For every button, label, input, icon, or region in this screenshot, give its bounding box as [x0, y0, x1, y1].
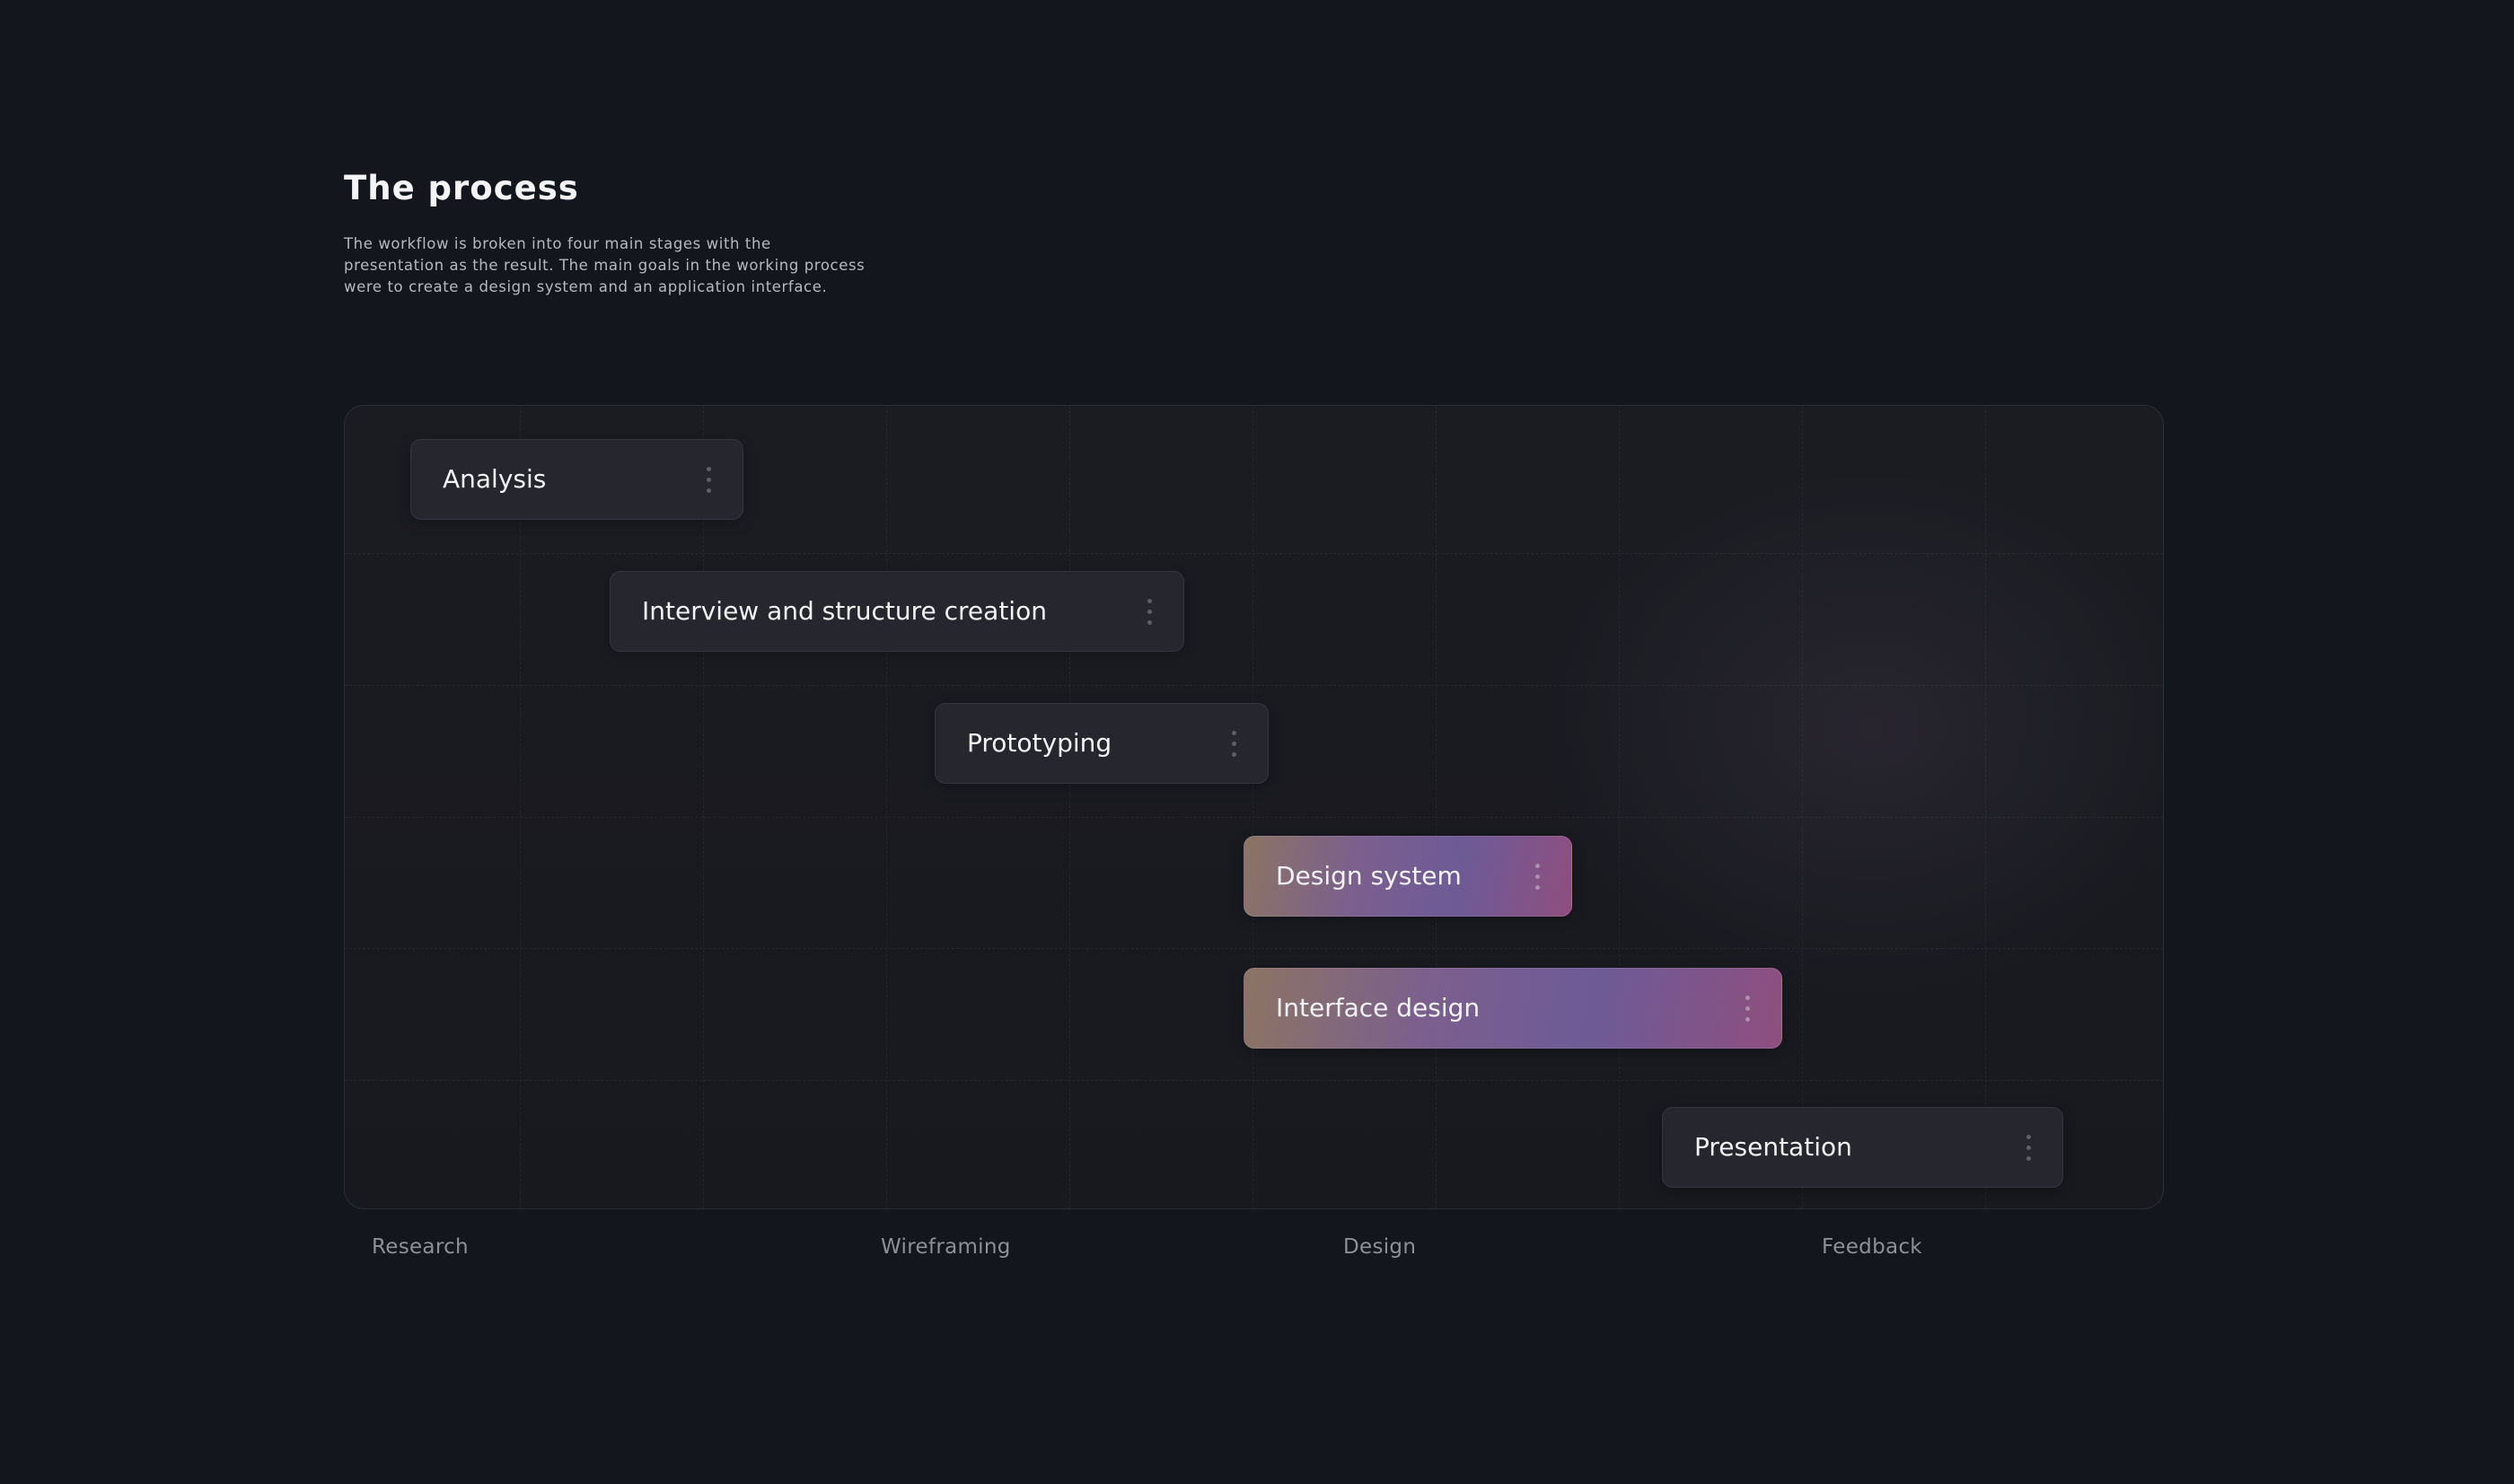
grid-row-line [345, 1080, 2163, 1081]
grid-row-line [345, 817, 2163, 818]
phase-label-design: Design [1343, 1235, 1417, 1259]
task-label: Presentation [1694, 1132, 1852, 1162]
task-label: Prototyping [967, 728, 1112, 758]
gantt-board: Analysis Interview and structure creatio… [344, 405, 2164, 1209]
task-interview-and-structure-creation[interactable]: Interview and structure creation [610, 571, 1184, 652]
page-description: The workflow is broken into four main st… [344, 233, 901, 298]
phase-label-feedback: Feedback [1822, 1235, 1922, 1259]
more-options-icon[interactable] [1232, 731, 1237, 758]
grid-column-line [1985, 406, 1986, 1208]
task-presentation[interactable]: Presentation [1662, 1107, 2063, 1188]
grid-column-line [1802, 406, 1803, 1208]
more-options-icon[interactable] [707, 467, 712, 494]
grid-row-line [345, 553, 2163, 554]
more-options-icon[interactable] [1147, 599, 1153, 626]
task-analysis[interactable]: Analysis [410, 439, 743, 520]
task-interface-design[interactable]: Interface design [1244, 968, 1782, 1049]
task-label: Interface design [1276, 993, 1481, 1023]
page-title: The process [344, 169, 579, 207]
more-options-icon[interactable] [2026, 1135, 2032, 1162]
grid-column-line [1069, 406, 1070, 1208]
task-label: Design system [1276, 861, 1462, 891]
grid-column-line [520, 406, 521, 1208]
grid-column-line [703, 406, 704, 1208]
grid-column-line [886, 406, 887, 1208]
grid-column-line [1436, 406, 1437, 1208]
description-line: The workflow is broken into four main st… [344, 235, 771, 252]
task-label: Analysis [443, 464, 547, 494]
phase-label-research: Research [372, 1235, 469, 1259]
grid-row-line [345, 948, 2163, 949]
description-line: were to create a design system and an ap… [344, 278, 828, 295]
task-prototyping[interactable]: Prototyping [935, 703, 1269, 784]
task-label: Interview and structure creation [642, 596, 1047, 626]
description-line: presentation as the result. The main goa… [344, 257, 866, 274]
more-options-icon[interactable] [1535, 864, 1541, 891]
phase-label-wireframing: Wireframing [881, 1235, 1011, 1259]
process-slide: The process The workflow is broken into … [0, 0, 2514, 1484]
more-options-icon[interactable] [1745, 996, 1751, 1023]
grid-column-line [1619, 406, 1620, 1208]
grid-row-line [345, 685, 2163, 686]
task-design-system[interactable]: Design system [1244, 836, 1572, 917]
